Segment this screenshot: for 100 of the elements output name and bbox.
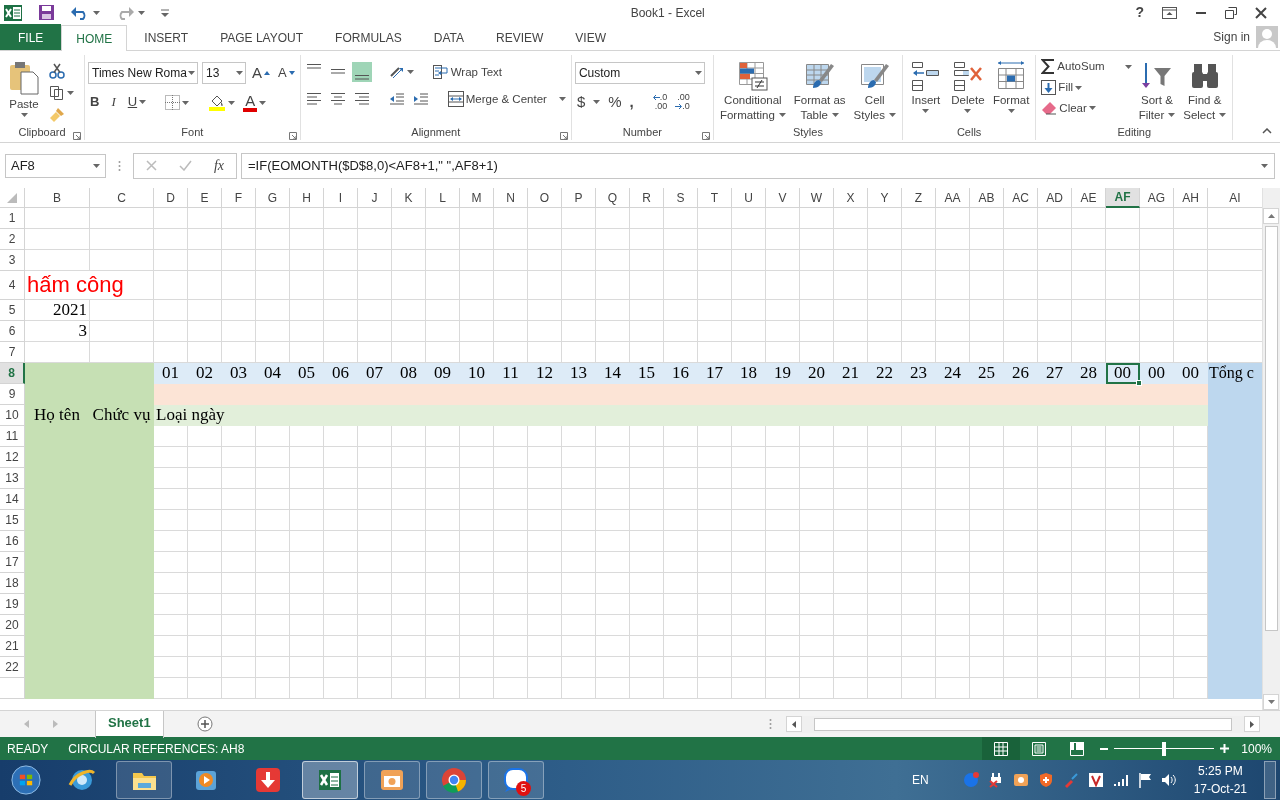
fill-color-button[interactable] bbox=[206, 93, 238, 112]
antivirus-icon[interactable] bbox=[1087, 772, 1104, 788]
row-header[interactable]: 16 bbox=[0, 531, 25, 552]
ribbon-tab[interactable]: REVIEW bbox=[481, 24, 559, 50]
save-icon[interactable] bbox=[38, 4, 55, 21]
fill-handle[interactable] bbox=[1136, 380, 1142, 386]
clock-date[interactable]: 17-Oct-21 bbox=[1193, 780, 1247, 798]
autosum-button[interactable]: AutoSum bbox=[1039, 58, 1134, 75]
cell-styles-button[interactable]: Cell Styles bbox=[850, 58, 899, 124]
scroll-up-button[interactable] bbox=[1263, 208, 1279, 224]
number-format-field[interactable]: Custom bbox=[574, 62, 705, 84]
italic-button[interactable]: I bbox=[105, 94, 122, 111]
wrap-text-button[interactable]: Wrap Text bbox=[430, 63, 505, 81]
clock-time[interactable]: 5:25 PM bbox=[1193, 762, 1247, 780]
paste-button[interactable]: Paste bbox=[3, 58, 45, 124]
row-header[interactable]: 22 bbox=[0, 657, 25, 678]
column-header[interactable]: L bbox=[426, 188, 460, 208]
column-header[interactable]: J bbox=[358, 188, 392, 208]
column-header[interactable]: B bbox=[25, 188, 90, 208]
row-header[interactable]: 11 bbox=[0, 426, 25, 447]
font-size-field[interactable]: 13 bbox=[202, 62, 246, 84]
ribbon-tab[interactable]: PAGE LAYOUT bbox=[205, 24, 319, 50]
day-cell[interactable]: 08 bbox=[392, 363, 426, 384]
row-header[interactable]: 3 bbox=[0, 250, 25, 271]
scrollbar-thumb[interactable] bbox=[1265, 226, 1278, 631]
row-header[interactable]: 2 bbox=[0, 229, 25, 250]
day-cell[interactable]: 21 bbox=[834, 363, 868, 384]
add-sheet-icon[interactable] bbox=[196, 716, 213, 732]
find-select-button[interactable]: Find & Select bbox=[1180, 58, 1230, 124]
row-header[interactable]: 9 bbox=[0, 384, 25, 405]
column-header[interactable]: W bbox=[800, 188, 834, 208]
taskbar-app-button[interactable] bbox=[116, 761, 172, 799]
column-header[interactable]: AH bbox=[1174, 188, 1208, 208]
percent-button[interactable]: % bbox=[606, 92, 624, 112]
file-tab[interactable]: FILE bbox=[0, 24, 62, 50]
column-header[interactable]: F bbox=[222, 188, 256, 208]
day-cell[interactable]: 09 bbox=[426, 363, 460, 384]
help-button[interactable]: ? bbox=[1126, 0, 1153, 25]
column-header[interactable]: G bbox=[256, 188, 290, 208]
row-header[interactable]: 17 bbox=[0, 552, 25, 573]
dialog-launcher-icon[interactable] bbox=[73, 132, 81, 141]
font-color-button[interactable]: A bbox=[241, 92, 269, 113]
insert-button[interactable]: Insert bbox=[905, 58, 946, 124]
row-header[interactable]: 4 bbox=[0, 271, 25, 300]
bottom-align-button[interactable] bbox=[351, 62, 372, 82]
column-header[interactable]: AF bbox=[1106, 188, 1140, 208]
format-as-table-button[interactable]: Format as Table bbox=[790, 58, 849, 124]
ribbon-tab[interactable]: VIEW bbox=[560, 24, 621, 50]
row-header[interactable]: 10 bbox=[0, 405, 25, 426]
column-header[interactable]: D bbox=[154, 188, 188, 208]
row-header[interactable]: 5 bbox=[0, 300, 25, 321]
day-cell[interactable]: 06 bbox=[324, 363, 358, 384]
scroll-down-button[interactable] bbox=[1263, 694, 1279, 710]
day-cell[interactable]: 15 bbox=[630, 363, 664, 384]
customize-toolbar-icon[interactable] bbox=[161, 8, 169, 17]
flag-icon[interactable] bbox=[1137, 772, 1152, 788]
row-header[interactable]: 6 bbox=[0, 321, 25, 342]
ribbon-tab[interactable]: HOME bbox=[61, 25, 128, 51]
day-cell[interactable]: 27 bbox=[1038, 363, 1072, 384]
column-header[interactable]: T bbox=[698, 188, 732, 208]
currency-button[interactable]: $ bbox=[574, 92, 603, 112]
taskbar-app-button[interactable] bbox=[364, 761, 420, 799]
column-header[interactable]: I bbox=[324, 188, 358, 208]
comma-button[interactable]: , bbox=[627, 92, 636, 112]
dialog-launcher-icon[interactable] bbox=[701, 132, 710, 141]
day-cell[interactable]: 00 bbox=[1174, 363, 1208, 384]
day-cell[interactable]: 04 bbox=[256, 363, 290, 384]
day-cell[interactable]: 12 bbox=[528, 363, 562, 384]
column-header[interactable]: Y bbox=[868, 188, 902, 208]
column-header[interactable]: AA bbox=[936, 188, 970, 208]
normal-view-button[interactable] bbox=[982, 737, 1021, 760]
formula-field[interactable]: =IF(EOMONTH($D$8,0)<AF8+1," ",AF8+1) bbox=[241, 152, 1275, 179]
ribbon-tab[interactable]: DATA bbox=[418, 24, 479, 50]
column-header[interactable]: AE bbox=[1072, 188, 1106, 208]
day-cell[interactable]: 07 bbox=[358, 363, 392, 384]
row-header[interactable]: 8 bbox=[0, 363, 25, 384]
signal-icon[interactable] bbox=[1112, 773, 1129, 787]
day-cell[interactable]: 20 bbox=[800, 363, 834, 384]
column-header[interactable]: H bbox=[290, 188, 324, 208]
dialog-launcher-icon[interactable] bbox=[288, 132, 297, 141]
grow-font-button[interactable]: A bbox=[250, 63, 272, 83]
row-header[interactable]: 19 bbox=[0, 594, 25, 615]
camera-tray-icon[interactable] bbox=[1012, 772, 1029, 788]
font-name-field[interactable]: Times New Roma bbox=[88, 62, 198, 84]
column-header[interactable]: N bbox=[494, 188, 528, 208]
day-cell[interactable]: 02 bbox=[188, 363, 222, 384]
column-header[interactable]: Q bbox=[596, 188, 630, 208]
decrease-decimal-button[interactable]: .00 .0 bbox=[673, 92, 692, 112]
column-header[interactable]: O bbox=[528, 188, 562, 208]
delete-button[interactable]: Delete bbox=[947, 58, 988, 124]
column-header[interactable]: C bbox=[90, 188, 154, 208]
day-cell[interactable]: 24 bbox=[936, 363, 970, 384]
day-cell[interactable]: 00 bbox=[1140, 363, 1174, 384]
day-cell[interactable]: 28 bbox=[1072, 363, 1106, 384]
day-cell[interactable]: 18 bbox=[732, 363, 766, 384]
column-header[interactable]: K bbox=[392, 188, 426, 208]
day-cell[interactable]: 11 bbox=[494, 363, 528, 384]
row-header[interactable]: 14 bbox=[0, 489, 25, 510]
zoom-in-icon[interactable] bbox=[1220, 744, 1230, 753]
clear-button[interactable]: Clear bbox=[1039, 100, 1134, 116]
